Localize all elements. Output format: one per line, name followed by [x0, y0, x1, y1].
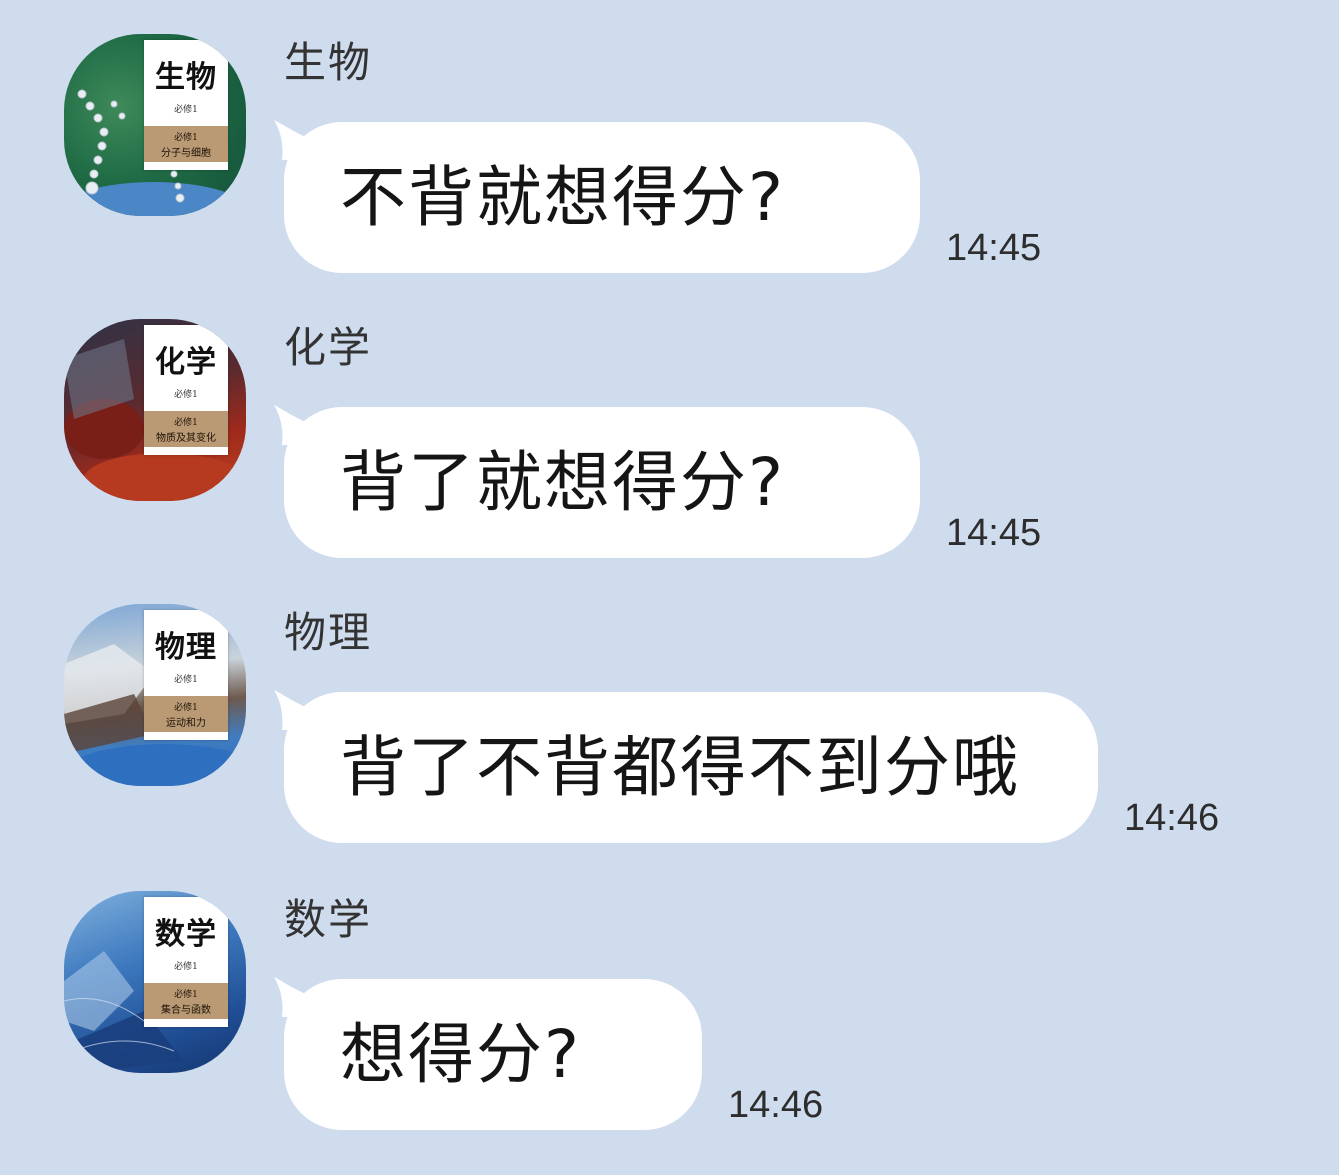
book-subtitle: 分子与细胞: [161, 148, 211, 159]
book-band-volume: 必修1: [174, 703, 198, 713]
avatar-chemistry[interactable]: 化学 必修1 必修1 物质及其变化: [64, 319, 246, 501]
book-label: 化学 必修1 必修1 物质及其变化: [144, 325, 228, 455]
message-text: 背了不背都得不到分哦: [340, 728, 1020, 806]
book-subtitle: 物质及其变化: [156, 433, 216, 444]
message-timestamp: 14:45: [946, 512, 1042, 554]
book-band: 必修1 分子与细胞: [144, 126, 228, 162]
message-text: 不背就想得分?: [340, 158, 786, 236]
avatar-biology[interactable]: 生物 必修1 必修1 分子与细胞: [64, 34, 246, 216]
book-label: 物理 必修1 必修1 运动和力: [144, 610, 228, 740]
book-volume: 必修1: [174, 962, 198, 972]
sender-name: 化学: [284, 323, 373, 372]
book-band-volume: 必修1: [174, 418, 198, 428]
book-volume: 必修1: [174, 675, 198, 685]
book-title: 生物: [155, 60, 217, 95]
book-band: 必修1 物质及其变化: [144, 411, 228, 447]
book-subtitle: 运动和力: [166, 718, 206, 729]
bubble-tail: [274, 690, 314, 730]
avatar-math[interactable]: 数学 必修1 必修1 集合与函数: [64, 891, 246, 1073]
book-title: 物理: [155, 630, 217, 665]
message-text: 背了就想得分?: [340, 443, 786, 521]
book-band-volume: 必修1: [174, 133, 198, 143]
message-row: 数学 必修1 必修1 集合与函数 数学 想得分? 14:46: [0, 857, 1339, 1130]
sender-name: 生物: [284, 38, 373, 87]
message-timestamp: 14:45: [946, 227, 1042, 269]
message-timestamp: 14:46: [1124, 797, 1220, 839]
message-row: 生物 必修1 必修1 分子与细胞 生物 不背就想得分? 14:45: [0, 0, 1339, 273]
message-bubble[interactable]: 想得分?: [274, 977, 702, 1130]
book-title: 化学: [155, 345, 217, 380]
book-band: 必修1 运动和力: [144, 696, 228, 732]
message-bubble[interactable]: 背了就想得分?: [274, 405, 920, 558]
book-band: 必修1 集合与函数: [144, 983, 228, 1019]
book-subtitle: 集合与函数: [161, 1005, 211, 1016]
message-row: 物理 必修1 必修1 运动和力 物理 背了不背都得不到分哦 14:46: [0, 570, 1339, 843]
bubble-tail: [274, 977, 314, 1017]
book-label: 生物 必修1 必修1 分子与细胞: [144, 40, 228, 170]
bubble-tail: [274, 405, 314, 445]
book-volume: 必修1: [174, 105, 198, 115]
sender-name: 物理: [284, 608, 373, 657]
book-title: 数学: [155, 917, 217, 952]
message-row: 化学 必修1 必修1 物质及其变化 化学 背了就想得分? 14:45: [0, 285, 1339, 558]
message-text: 想得分?: [340, 1015, 582, 1093]
message-timestamp: 14:46: [728, 1084, 824, 1126]
message-bubble[interactable]: 背了不背都得不到分哦: [274, 690, 1098, 843]
sender-name: 数学: [284, 895, 373, 944]
book-volume: 必修1: [174, 390, 198, 400]
bubble-tail: [274, 120, 314, 160]
message-bubble[interactable]: 不背就想得分?: [274, 120, 920, 273]
book-band-volume: 必修1: [174, 990, 198, 1000]
book-label: 数学 必修1 必修1 集合与函数: [144, 897, 228, 1027]
avatar-physics[interactable]: 物理 必修1 必修1 运动和力: [64, 604, 246, 786]
